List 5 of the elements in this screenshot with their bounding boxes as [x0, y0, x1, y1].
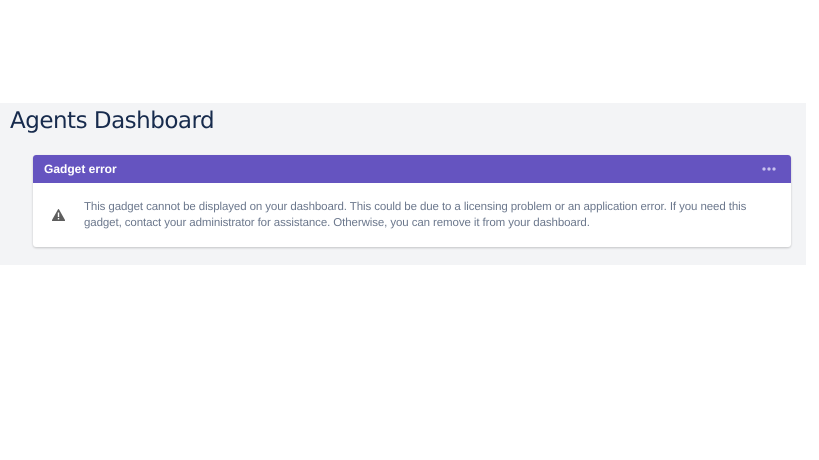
more-icon[interactable] — [762, 167, 776, 171]
dashboard-title: Agents Dashboard — [10, 107, 214, 135]
gadget-title: Gadget error — [44, 161, 117, 178]
error-message: This gadget cannot be displayed on your dashboard. This could be due to a licensing problem or an application error. If you need this gadget, contact your administrator for assistance. Otherwise, you can remove it from your dashboard. — [84, 200, 748, 231]
warning-icon — [52, 209, 65, 221]
